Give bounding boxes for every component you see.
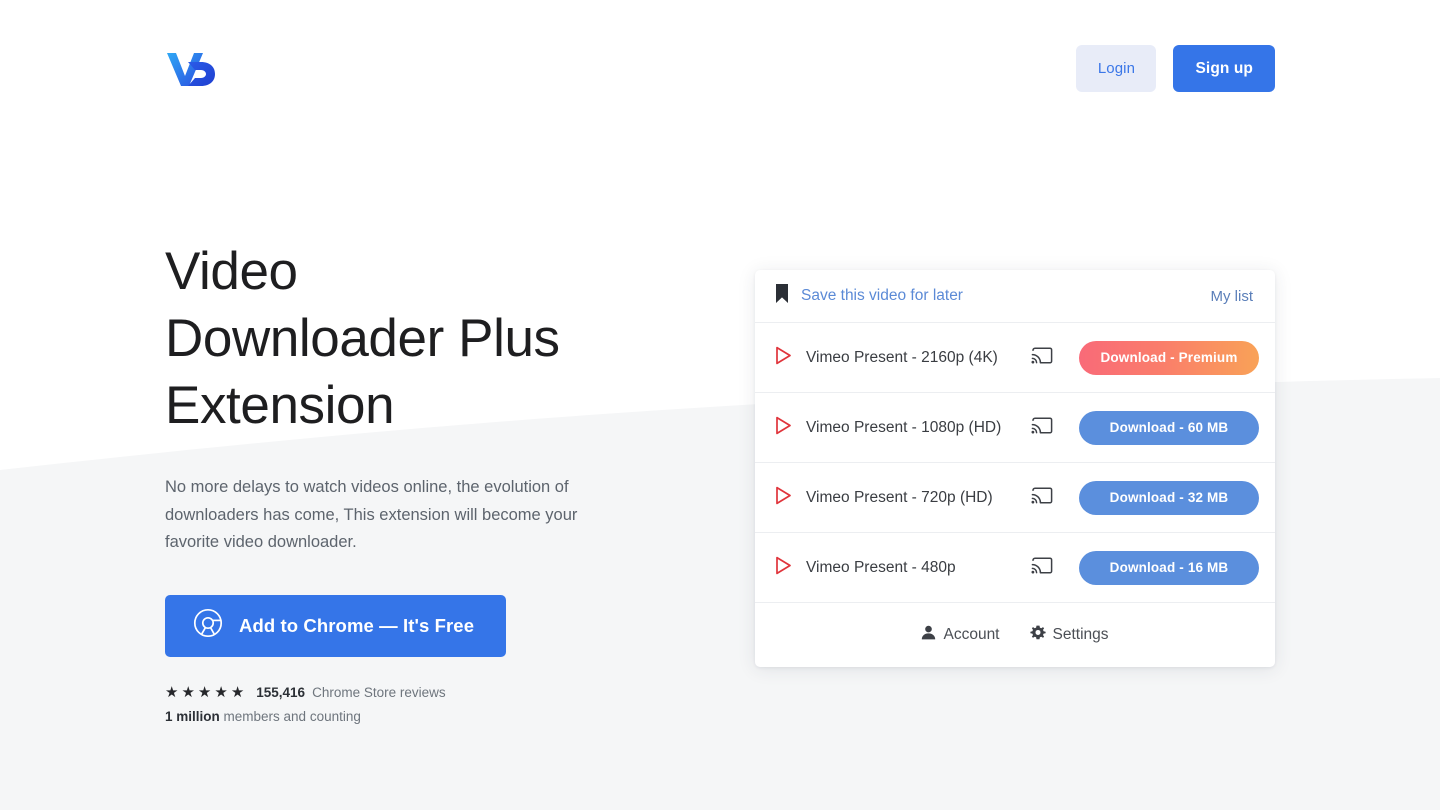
header-actions: Login Sign up	[1076, 45, 1275, 92]
cast-icon[interactable]	[1031, 556, 1053, 580]
account-button[interactable]: Account	[921, 625, 1000, 645]
add-to-chrome-button[interactable]: Add to Chrome — It's Free	[165, 594, 507, 657]
cast-icon[interactable]	[1031, 486, 1053, 510]
table-row: Vimeo Present - 720p (HD) Download - 32 …	[755, 463, 1275, 533]
download-button[interactable]: Download - 16 MB	[1079, 550, 1259, 585]
login-button[interactable]: Login	[1076, 45, 1157, 92]
download-button[interactable]: Download - 60 MB	[1079, 410, 1259, 445]
rating-members-line: 1 million members and counting	[165, 709, 685, 724]
star-icon: ★	[165, 683, 179, 701]
signup-button[interactable]: Sign up	[1173, 45, 1275, 92]
account-label: Account	[943, 626, 1000, 643]
download-button[interactable]: Download - 32 MB	[1079, 480, 1259, 515]
star-icon: ★	[181, 683, 195, 701]
star-icon: ★	[230, 683, 245, 701]
play-icon[interactable]	[775, 556, 792, 580]
bookmark-icon[interactable]	[775, 284, 789, 308]
play-icon[interactable]	[775, 486, 792, 510]
hero-section: Video Downloader Plus Extension No more …	[165, 238, 685, 724]
chrome-icon	[193, 608, 223, 643]
popup-footer: Account Settings	[755, 603, 1275, 667]
video-quality-label: Vimeo Present - 480p	[806, 558, 956, 576]
page-title: Video Downloader Plus Extension	[165, 242, 560, 435]
popup-header: Save this video for later My list	[755, 270, 1275, 323]
ratings-block: ★ ★ ★ ★ ★ 155,416 Chrome Store reviews 1…	[165, 685, 685, 724]
table-row: Vimeo Present - 480p Download - 16 MB	[755, 533, 1275, 603]
star-rating: ★ ★ ★ ★ ★	[165, 685, 244, 700]
landing-page: Login Sign up Video Downloader Plus Exte…	[0, 0, 1440, 810]
video-quality-label: Vimeo Present - 720p (HD)	[806, 488, 993, 506]
extension-popup-card: Save this video for later My list Vimeo …	[755, 270, 1275, 667]
user-icon	[921, 625, 936, 645]
site-header: Login Sign up	[0, 0, 1440, 140]
table-row: Vimeo Present - 1080p (HD) Download - 60…	[755, 393, 1275, 463]
settings-button[interactable]: Settings	[1029, 625, 1109, 646]
add-to-chrome-label: Add to Chrome — It's Free	[239, 614, 475, 636]
table-row: Vimeo Present - 2160p (4K) Download - Pr…	[755, 323, 1275, 393]
logo-icon	[167, 53, 215, 86]
play-icon[interactable]	[775, 416, 792, 440]
gear-icon	[1029, 625, 1046, 646]
vd-monogram-logo[interactable]	[165, 50, 221, 88]
play-icon[interactable]	[775, 346, 792, 370]
download-button[interactable]: Download - Premium	[1079, 340, 1259, 375]
review-count: 155,416	[256, 684, 306, 700]
save-video-link[interactable]: Save this video for later	[801, 287, 963, 305]
rating-reviews-line: ★ ★ ★ ★ ★ 155,416 Chrome Store reviews	[165, 685, 685, 700]
hero-subtitle: No more delays to watch videos online, t…	[165, 478, 578, 551]
star-icon: ★	[214, 683, 228, 701]
cast-icon[interactable]	[1031, 346, 1053, 370]
star-icon: ★	[197, 683, 212, 701]
video-quality-label: Vimeo Present - 1080p (HD)	[806, 418, 1002, 436]
members-count: 1 million	[165, 708, 220, 724]
review-count-label: Chrome Store reviews	[312, 684, 446, 700]
members-label: members and counting	[223, 708, 361, 724]
cast-icon[interactable]	[1031, 416, 1053, 440]
settings-label: Settings	[1052, 626, 1109, 643]
video-quality-label: Vimeo Present - 2160p (4K)	[806, 348, 998, 366]
my-list-link[interactable]: My list	[1211, 288, 1254, 305]
